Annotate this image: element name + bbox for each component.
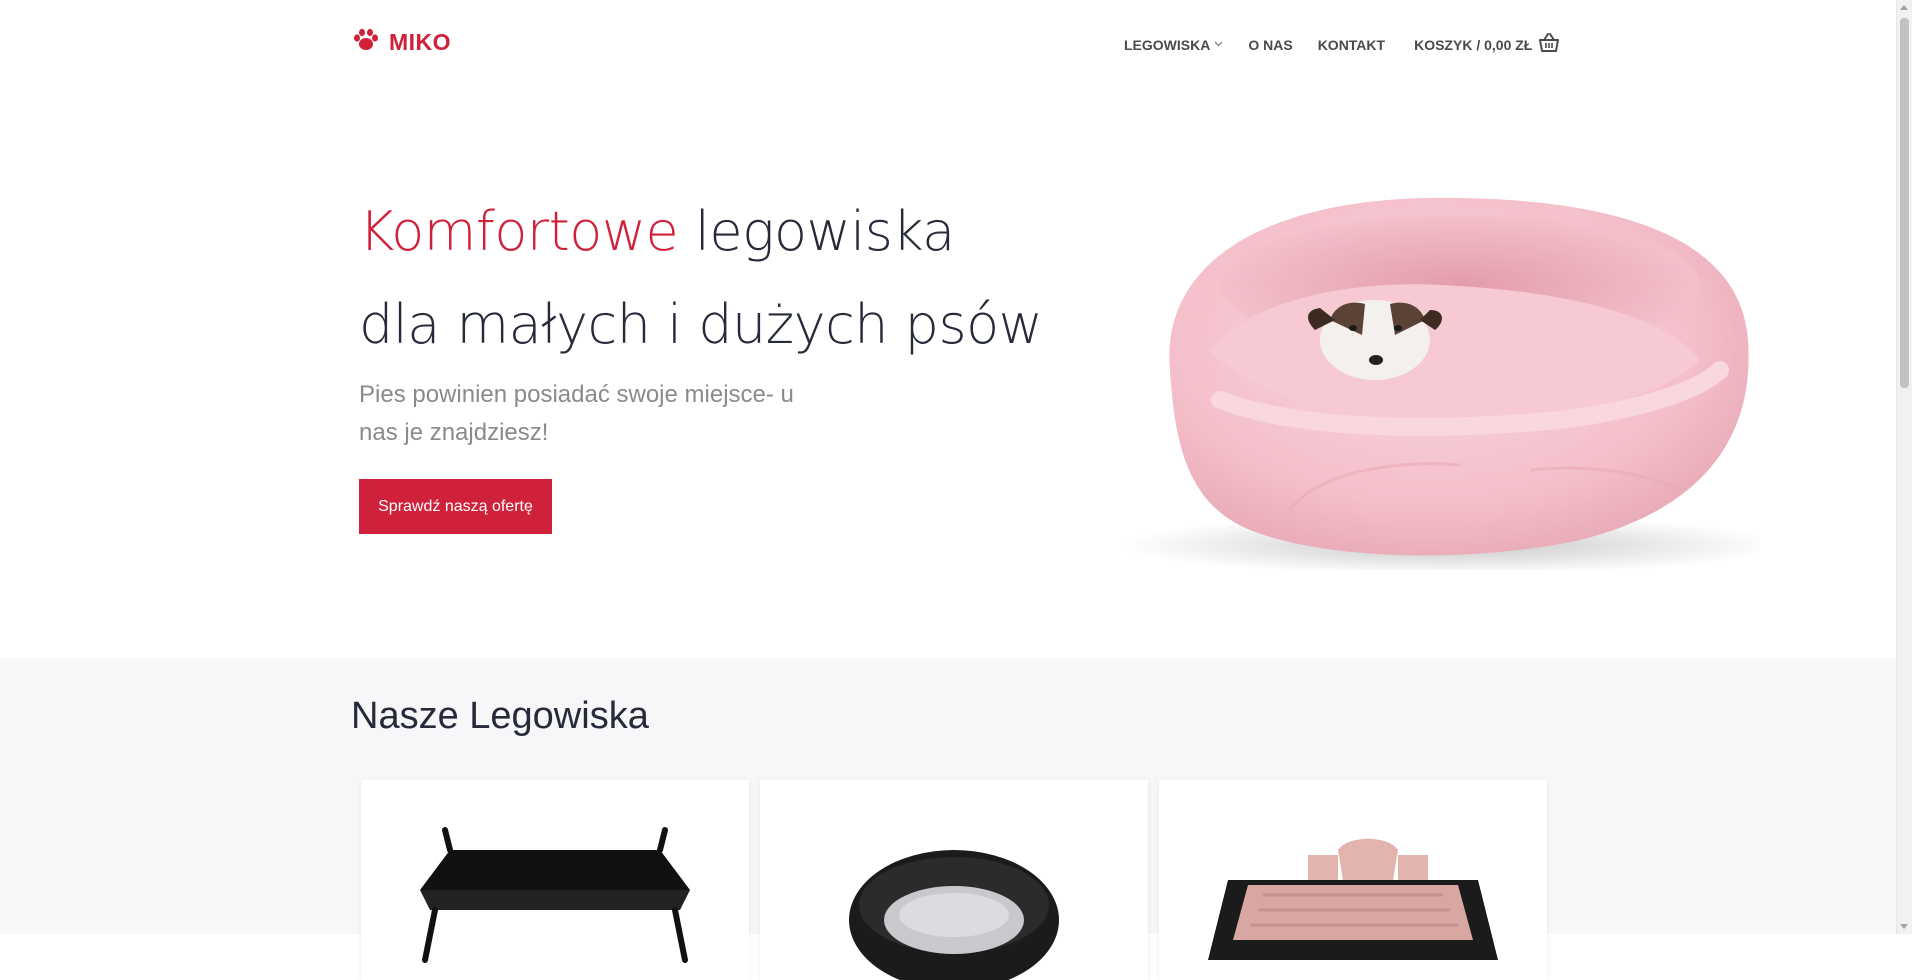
hero-title-rest: legowiska xyxy=(678,200,955,263)
product-image xyxy=(789,810,1119,980)
hero-subtitle: Pies powinien posiadać swoje miejsce- u … xyxy=(359,381,794,446)
basket-icon xyxy=(1538,33,1560,56)
nav-item-label: KONTAKT xyxy=(1317,36,1386,53)
nav-item-label: LEGOWISKA xyxy=(1124,36,1211,53)
product-card[interactable] xyxy=(1159,780,1547,980)
hero-title-line2: dla małych i dużych psów xyxy=(359,293,1043,356)
chevron-down-icon xyxy=(1214,39,1223,50)
site-header: MIKO LEGOWISKA O NAS KONTAKT KOSZYK / 0,… xyxy=(0,0,1897,86)
section-title: Nasze Legowiska xyxy=(351,695,649,737)
hero-image xyxy=(1100,170,1780,575)
scrollbar-thumb[interactable] xyxy=(1900,18,1909,388)
nav-item-kontakt[interactable]: KONTAKT xyxy=(1318,37,1385,53)
nav-item-legowiska[interactable]: LEGOWISKA xyxy=(1124,37,1223,53)
scroll-down-icon[interactable] xyxy=(1900,924,1908,929)
paw-icon xyxy=(351,28,381,57)
nav-item-o-nas[interactable]: O NAS xyxy=(1248,37,1292,53)
cart-link[interactable]: KOSZYK / 0,00 ZŁ xyxy=(1414,33,1560,56)
check-offer-button[interactable]: Sprawdź naszą ofertę xyxy=(359,479,552,534)
nav-item-label: O NAS xyxy=(1248,36,1293,53)
cart-label: KOSZYK / 0,00 ZŁ xyxy=(1414,36,1533,53)
product-card[interactable] xyxy=(760,780,1148,980)
product-image xyxy=(1188,810,1518,980)
page-scrollbar[interactable] xyxy=(1896,0,1912,934)
logo[interactable]: MIKO xyxy=(351,28,451,57)
product-image xyxy=(390,810,720,980)
products-section: Nasze Legowiska xyxy=(0,658,1897,980)
hero-title: Komfortowe legowiska dla małych i dużych … xyxy=(359,185,1059,371)
scroll-up-icon[interactable] xyxy=(1900,5,1908,10)
product-card[interactable] xyxy=(361,780,749,980)
main-nav: LEGOWISKA O NAS KONTAKT KOSZYK / 0,00 ZŁ xyxy=(1124,33,1560,56)
hero-title-accent: Komfortowe xyxy=(359,200,679,263)
brand-name: MIKO xyxy=(389,29,452,55)
